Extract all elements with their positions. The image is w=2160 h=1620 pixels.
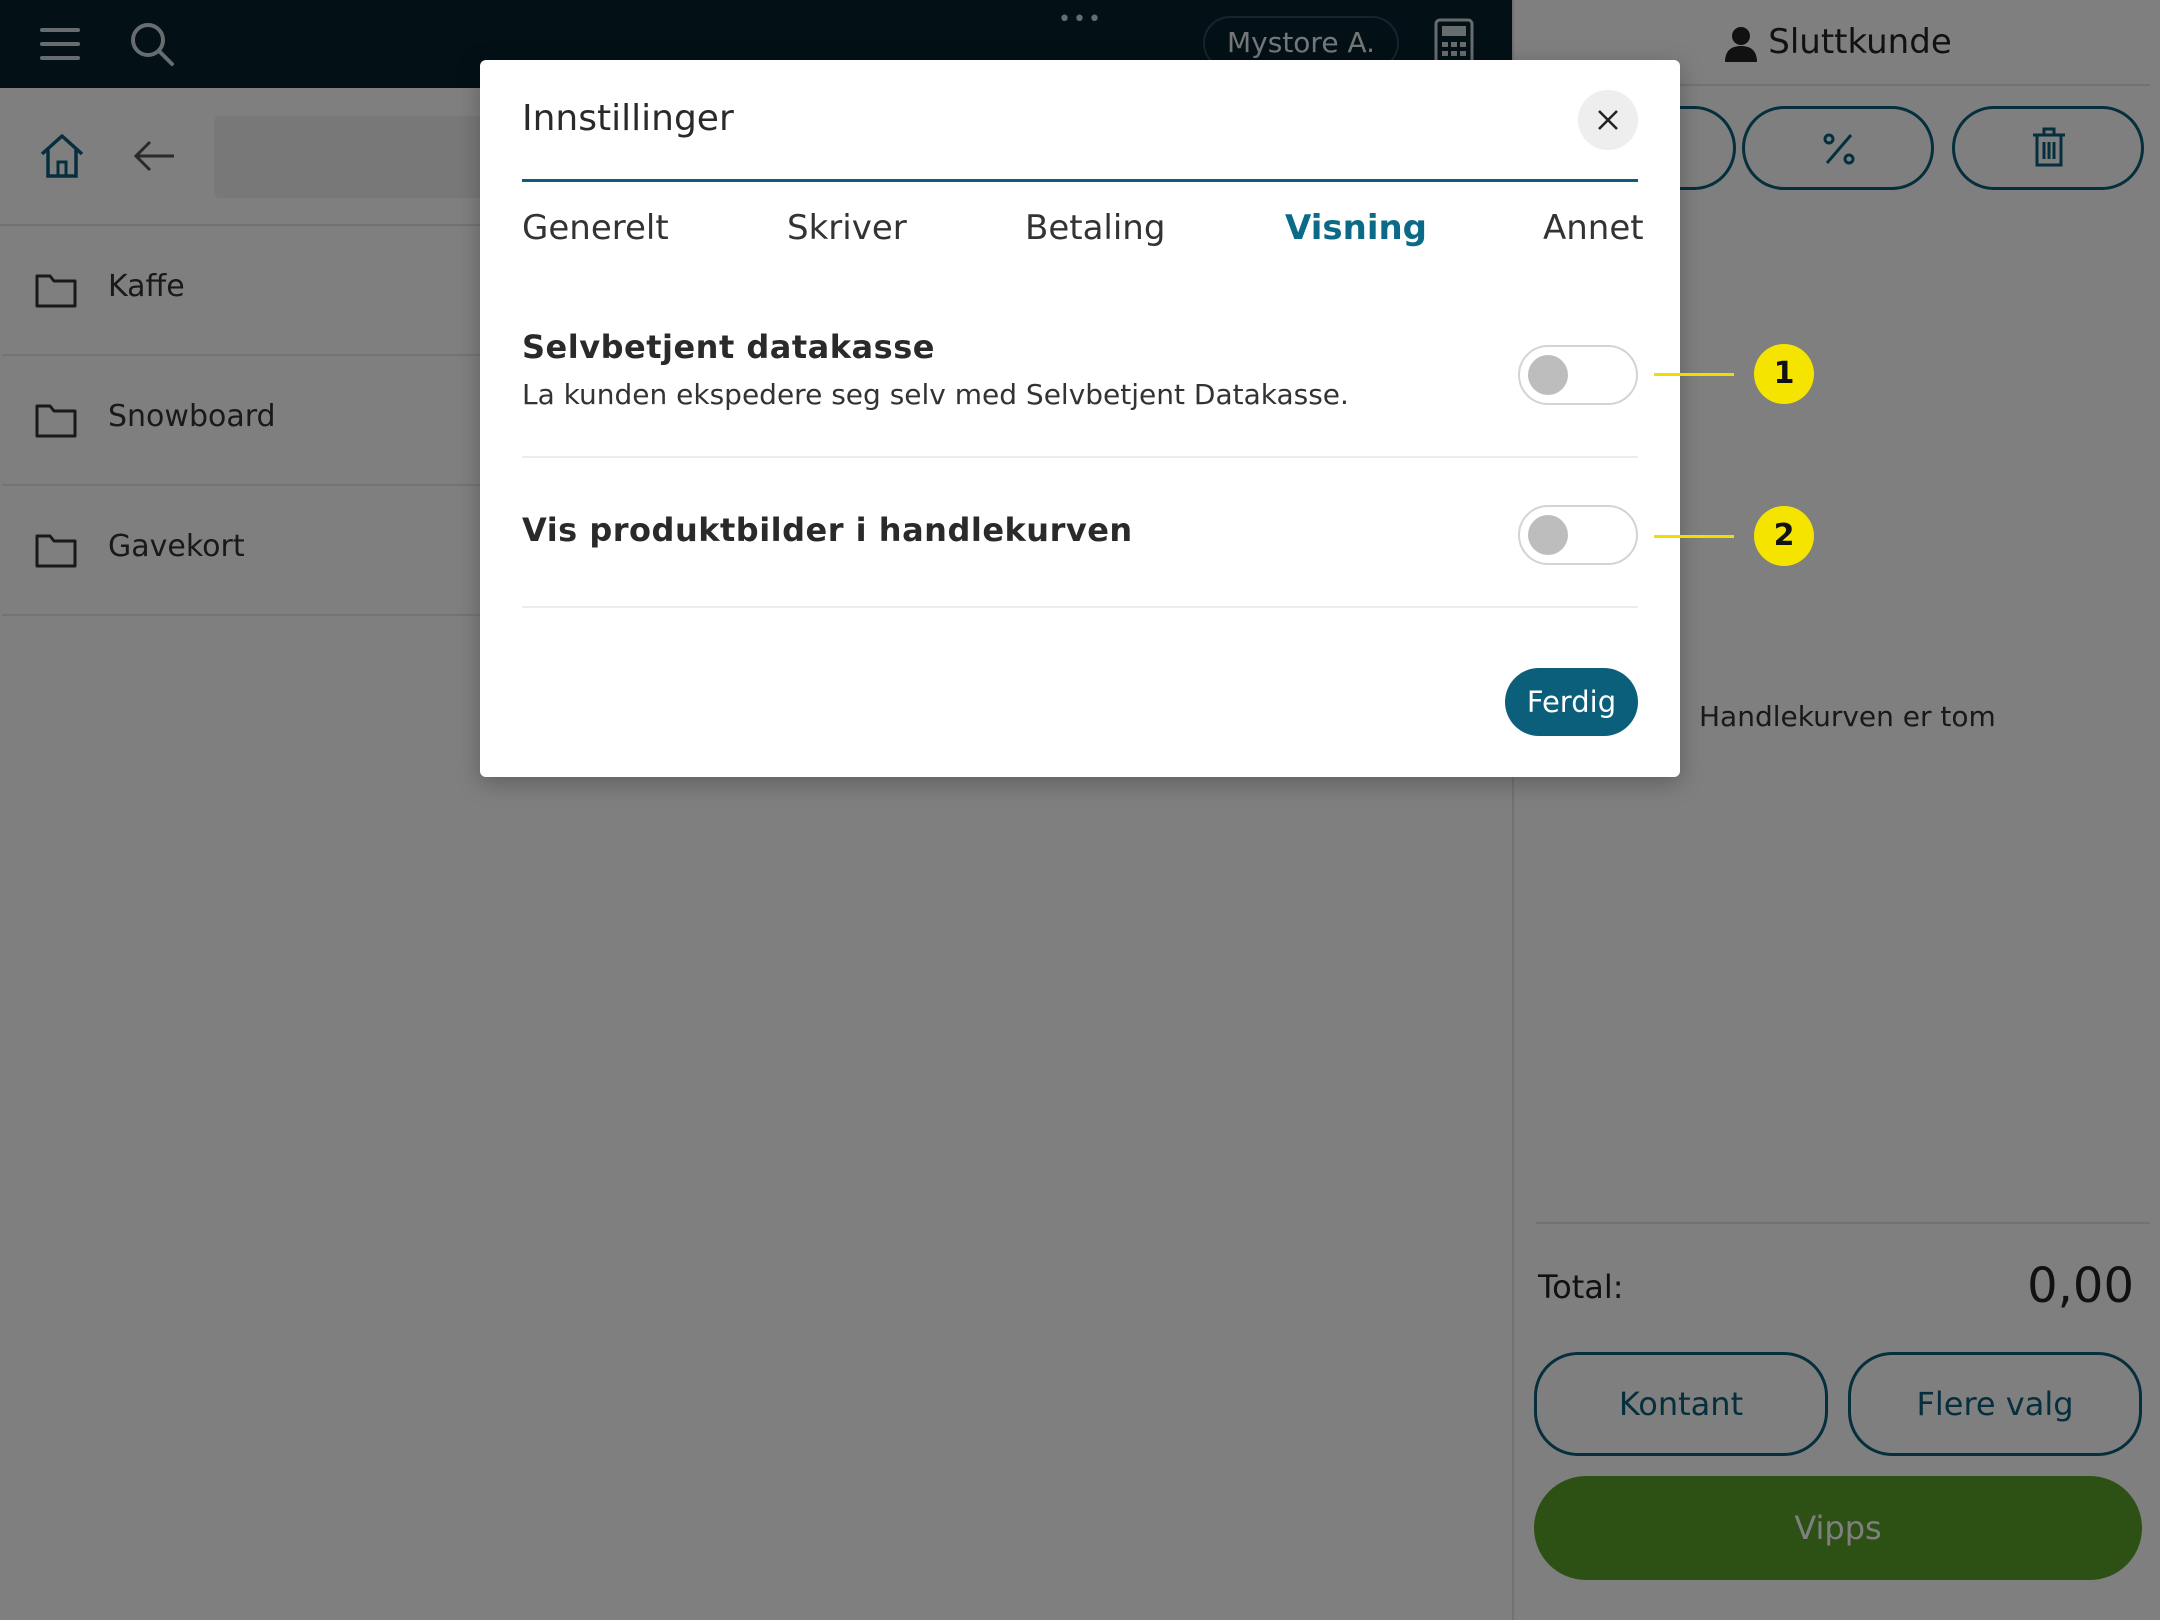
callout-badge: 2 [1754,506,1814,566]
setting-title-product-images: Vis produktbilder i handlekurven [522,511,1133,549]
toggle-knob [1528,515,1568,555]
setting-description-self-checkout: La kunden ekspedere seg selv med Selvbet… [522,378,1349,411]
dialog-title: Innstillinger [522,98,734,139]
tab-annet[interactable]: Annet [1543,208,1644,248]
done-button[interactable]: Ferdig [1505,668,1638,736]
callout-badge: 1 [1754,344,1814,404]
tab-skriver[interactable]: Skriver [787,208,907,248]
tab-divider [522,179,1638,182]
setting-title-self-checkout: Selvbetjent datakasse [522,328,935,366]
close-button[interactable] [1578,90,1638,150]
tab-generelt[interactable]: Generelt [522,208,669,248]
product-images-toggle[interactable] [1518,505,1638,565]
callout-connector [1654,373,1734,376]
divider [522,606,1638,608]
toggle-knob [1528,355,1568,395]
tab-betaling[interactable]: Betaling [1025,208,1165,248]
settings-dialog: Innstillinger Generelt Skriver Betaling … [480,60,1680,777]
self-checkout-toggle[interactable] [1518,345,1638,405]
close-icon [1598,110,1618,130]
tab-visning[interactable]: Visning [1285,208,1427,248]
divider [522,456,1638,458]
callout-connector [1654,535,1734,538]
